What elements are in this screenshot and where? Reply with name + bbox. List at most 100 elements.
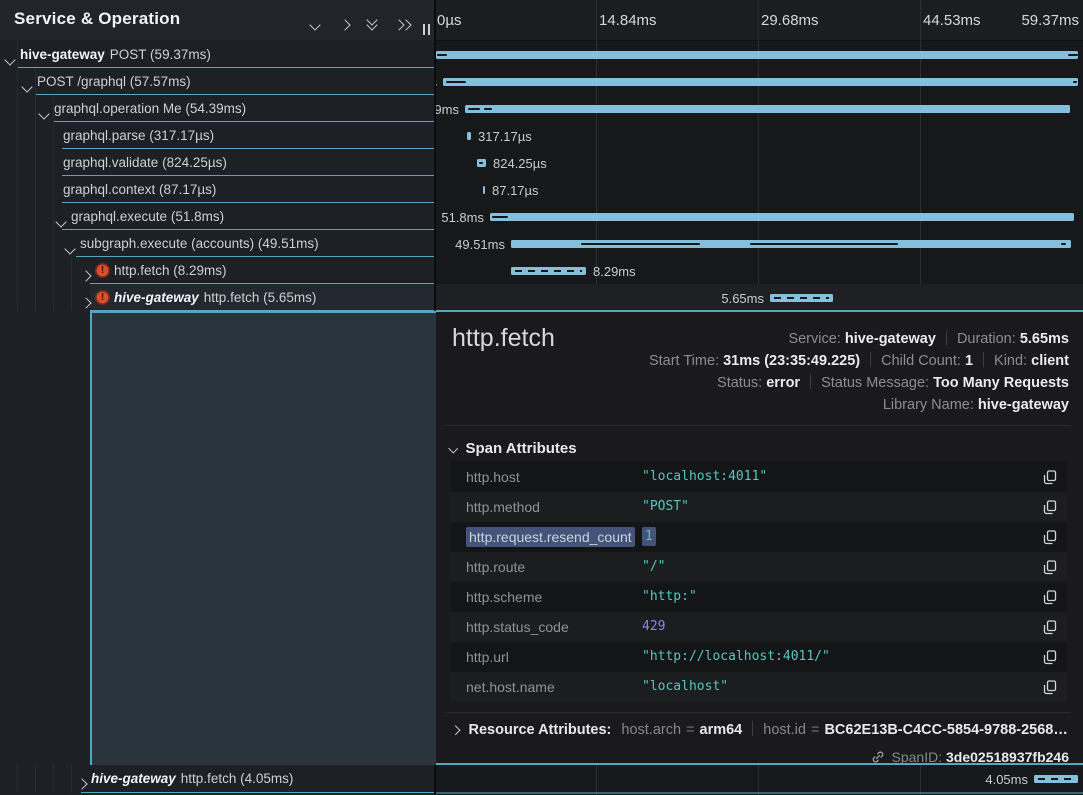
indent-guide — [71, 765, 72, 793]
trace-viewer: 0µs14.84ms29.68ms44.53ms59.37ms 57.57ms5… — [0, 0, 1083, 795]
copy-icon[interactable] — [1043, 590, 1057, 605]
tree-row[interactable]: graphql.validate (824.25µs) — [0, 149, 434, 176]
meta-divider — [983, 352, 984, 367]
attribute-row: http.scheme"http:" — [450, 582, 1067, 612]
span-label: http.fetch (8.29ms) — [114, 257, 227, 284]
attribute-value: 429 — [642, 612, 665, 642]
tree-row[interactable]: graphql.parse (317.17µs) — [0, 122, 434, 149]
span-bar[interactable] — [511, 240, 1071, 248]
copy-icon[interactable] — [1043, 650, 1057, 665]
span-bar[interactable] — [436, 51, 1078, 59]
indent-guide — [71, 284, 72, 311]
tree-row[interactable]: hive-gatewayhttp.fetch (4.05ms) — [0, 765, 434, 793]
chevron-right-icon[interactable] — [341, 16, 349, 34]
indent-guide — [35, 284, 36, 311]
span-bar[interactable] — [490, 213, 1074, 221]
tree-row[interactable]: POST /graphql (57.57ms) — [0, 68, 434, 95]
span-duration-label: 51.8ms — [441, 210, 484, 225]
pane-title: Service & Operation — [14, 9, 180, 29]
tree-row[interactable]: graphql.operation Me (54.39ms) — [0, 95, 434, 122]
attribute-key: http.url — [466, 642, 509, 672]
meta-value: hive-gateway — [845, 331, 936, 347]
attribute-key: http.scheme — [466, 582, 542, 612]
span-label: hive-gatewayPOST (59.37ms) — [20, 41, 211, 68]
span-duration-label: 5.65ms — [721, 291, 764, 306]
meta-label: Kind: — [994, 353, 1031, 369]
tree-row[interactable]: graphql.execute (51.8ms) — [0, 203, 434, 230]
chevron-down-icon[interactable] — [311, 16, 319, 34]
meta-label: Start Time: — [649, 353, 723, 369]
self-time-mark — [1073, 81, 1077, 84]
pane-resize-handle[interactable] — [421, 24, 433, 36]
chevron-right-icon[interactable] — [82, 267, 90, 285]
attribute-row: http.url"http://localhost:4011/" — [450, 642, 1067, 672]
meta-divider — [946, 330, 947, 345]
meta-value: hive-gateway — [978, 397, 1069, 413]
tree-row[interactable]: subgraph.execute (accounts) (49.51ms) — [0, 230, 434, 257]
indent-guide — [53, 149, 54, 176]
indent-guide — [53, 257, 54, 284]
span-bar[interactable] — [511, 267, 586, 275]
copy-icon[interactable] — [1043, 500, 1057, 515]
meta-divider — [810, 374, 811, 389]
chevron-down-icon[interactable] — [6, 51, 14, 69]
tree-row[interactable]: !hive-gatewayhttp.fetch (5.65ms) — [0, 284, 434, 311]
attribute-value: "/" — [642, 552, 665, 582]
indent-guide — [17, 122, 18, 149]
span-bar[interactable] — [770, 294, 833, 302]
self-time-mark — [1061, 243, 1066, 246]
meta-divider — [752, 721, 753, 736]
chevron-down-icon[interactable] — [66, 240, 74, 258]
span-bar[interactable] — [1034, 775, 1078, 783]
divider — [446, 425, 1071, 426]
indent-guide — [35, 257, 36, 284]
self-time-mark — [468, 108, 480, 111]
tree-row[interactable]: graphql.context (87.17µs) — [0, 176, 434, 203]
indent-guide — [35, 176, 36, 203]
meta-value: client — [1031, 353, 1069, 369]
resource-key: host.id — [763, 722, 806, 738]
meta-label: Library Name: — [883, 397, 978, 413]
error-icon: ! — [95, 263, 110, 278]
copy-icon[interactable] — [1043, 620, 1057, 635]
meta-label: Duration: — [957, 331, 1020, 347]
equals-sign: = — [811, 722, 819, 738]
span-bar[interactable] — [467, 132, 471, 140]
span-label: graphql.validate (824.25µs) — [63, 149, 227, 176]
indent-guide — [35, 149, 36, 176]
service-name: hive-gateway — [114, 290, 199, 305]
bottom-divider — [434, 792, 1083, 794]
meta-line: Library Name: hive-gateway — [649, 394, 1069, 416]
self-time-mark — [581, 243, 700, 246]
copy-icon[interactable] — [1043, 560, 1057, 575]
chevron-right-icon[interactable] — [78, 775, 86, 793]
span-duration-label: 4.05ms — [985, 772, 1028, 787]
chevron-right-icon[interactable] — [82, 294, 90, 312]
chevron-down-icon[interactable] — [40, 105, 48, 123]
row-border — [81, 792, 434, 794]
copy-icon[interactable] — [1043, 470, 1057, 485]
span-duration-label: 87.17µs — [492, 183, 539, 198]
chevron-down-icon[interactable] — [23, 78, 31, 96]
tree-row[interactable]: hive-gatewayPOST (59.37ms) — [0, 41, 434, 68]
indent-guide — [53, 176, 54, 203]
resource-attributes-row[interactable]: Resource Attributes:host.arch=arm64host.… — [446, 712, 1071, 743]
span-bar[interactable] — [483, 186, 485, 194]
indent-guide — [35, 122, 36, 149]
tree-row[interactable]: ! http.fetch (8.29ms) — [0, 257, 434, 284]
span-attributes-header[interactable]: Span Attributes — [450, 440, 577, 457]
copy-icon[interactable] — [1043, 680, 1057, 695]
span-bar[interactable] — [477, 159, 486, 167]
double-chevron-right-icon[interactable] — [395, 16, 410, 34]
indent-guide — [35, 203, 36, 230]
span-label: hive-gatewayhttp.fetch (5.65ms) — [114, 284, 316, 311]
indent-guide — [17, 284, 18, 311]
span-bar[interactable] — [465, 105, 1070, 113]
span-label: graphql.execute (51.8ms) — [71, 203, 224, 230]
double-chevron-down-icon[interactable] — [368, 16, 376, 29]
span-label: graphql.context (87.17µs) — [63, 176, 216, 203]
span-meta: Service: hive-gatewayDuration: 5.65msSta… — [649, 328, 1069, 416]
span-bar[interactable] — [443, 78, 1078, 86]
attribute-key: http.method — [466, 492, 540, 522]
copy-icon[interactable] — [1043, 530, 1057, 545]
